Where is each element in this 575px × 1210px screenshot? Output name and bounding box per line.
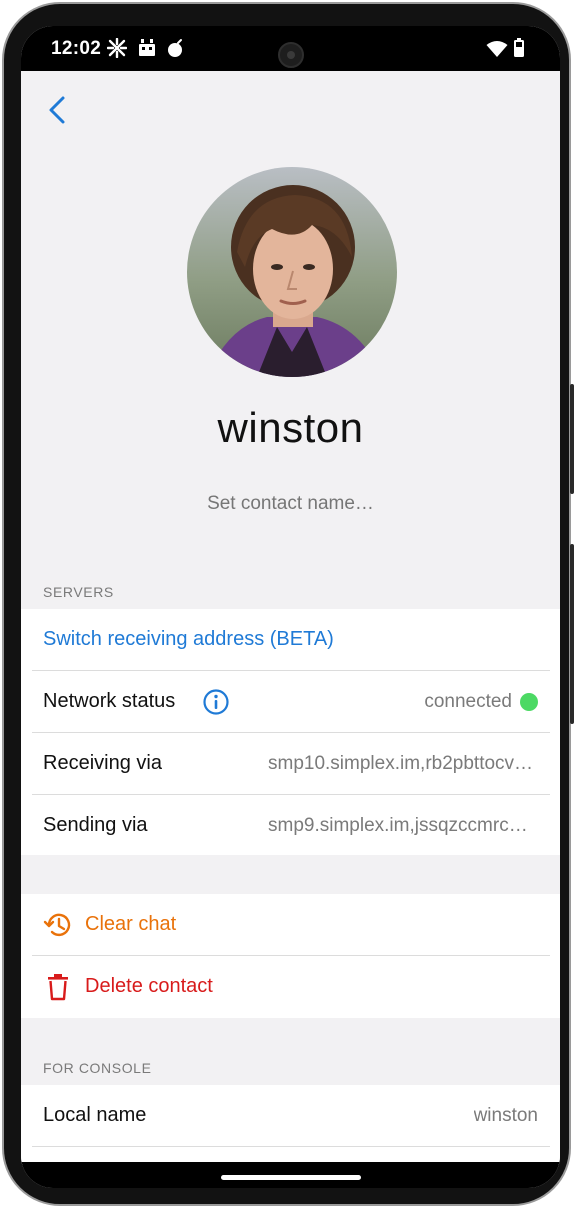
battery-icon bbox=[513, 38, 525, 63]
trash-icon bbox=[45, 973, 71, 1006]
set-contact-name-button[interactable]: Set contact name… bbox=[21, 493, 560, 515]
clear-chat-label: Clear chat bbox=[85, 913, 177, 935]
fan-icon bbox=[106, 37, 128, 63]
front-camera bbox=[278, 42, 304, 68]
delete-contact-label: Delete contact bbox=[85, 975, 213, 997]
chevron-left-icon bbox=[49, 96, 65, 124]
status-dot bbox=[520, 693, 538, 711]
local-name-label: Local name bbox=[43, 1104, 147, 1126]
delete-contact-button[interactable]: Delete contact bbox=[21, 956, 560, 1018]
network-status-value: connected bbox=[424, 691, 512, 712]
clear-chat-button[interactable]: Clear chat bbox=[21, 894, 560, 956]
power-button bbox=[570, 384, 574, 494]
sending-via-row[interactable]: Sending via smp9.simplex.im,jssqzccmrcws… bbox=[21, 795, 560, 857]
wifi-icon bbox=[486, 40, 508, 63]
network-status-label: Network status bbox=[43, 690, 176, 712]
switch-receiving-address-button[interactable]: Switch receiving address (BETA) bbox=[21, 609, 560, 671]
back-button[interactable] bbox=[43, 92, 75, 128]
actions-group: Clear chat Delete contact bbox=[21, 894, 560, 1018]
receiving-via-value: smp10.simplex.im,rb2pbttocvnbrngnwwkjjj bbox=[268, 753, 538, 774]
network-status-row: Network status connected bbox=[21, 671, 560, 733]
local-name-row: Local name winston bbox=[21, 1085, 560, 1147]
contact-avatar bbox=[187, 167, 397, 377]
info-icon[interactable] bbox=[202, 688, 230, 721]
phone-frame: 12:02 winston Set contact name… SERVERS … bbox=[2, 2, 574, 1206]
volume-button bbox=[570, 544, 574, 724]
sending-via-value: smp9.simplex.im,jssqzccmrcwss bbox=[268, 815, 538, 836]
console-section-header: FOR CONSOLE bbox=[43, 1060, 152, 1076]
receiving-via-row[interactable]: Receiving via smp10.simplex.im,rb2pbttoc… bbox=[21, 733, 560, 795]
android-icon bbox=[137, 38, 157, 63]
bomb-icon bbox=[167, 38, 185, 63]
screen: 12:02 winston Set contact name… SERVERS … bbox=[21, 26, 560, 1188]
navigation-bar bbox=[21, 1162, 560, 1188]
home-indicator[interactable] bbox=[221, 1175, 361, 1180]
receiving-via-label: Receiving via bbox=[43, 752, 162, 774]
servers-group: Switch receiving address (BETA) Network … bbox=[21, 609, 560, 855]
status-bar: 12:02 bbox=[21, 26, 560, 71]
divider bbox=[32, 1146, 550, 1147]
sending-via-label: Sending via bbox=[43, 814, 148, 836]
console-group: Local name winston bbox=[21, 1085, 560, 1165]
switch-receiving-address-label: Switch receiving address (BETA) bbox=[43, 628, 334, 650]
local-name-value: winston bbox=[473, 1105, 538, 1126]
servers-section-header: SERVERS bbox=[43, 584, 114, 600]
history-icon bbox=[43, 910, 73, 945]
status-time: 12:02 bbox=[51, 38, 102, 59]
contact-name: winston bbox=[217, 404, 364, 451]
